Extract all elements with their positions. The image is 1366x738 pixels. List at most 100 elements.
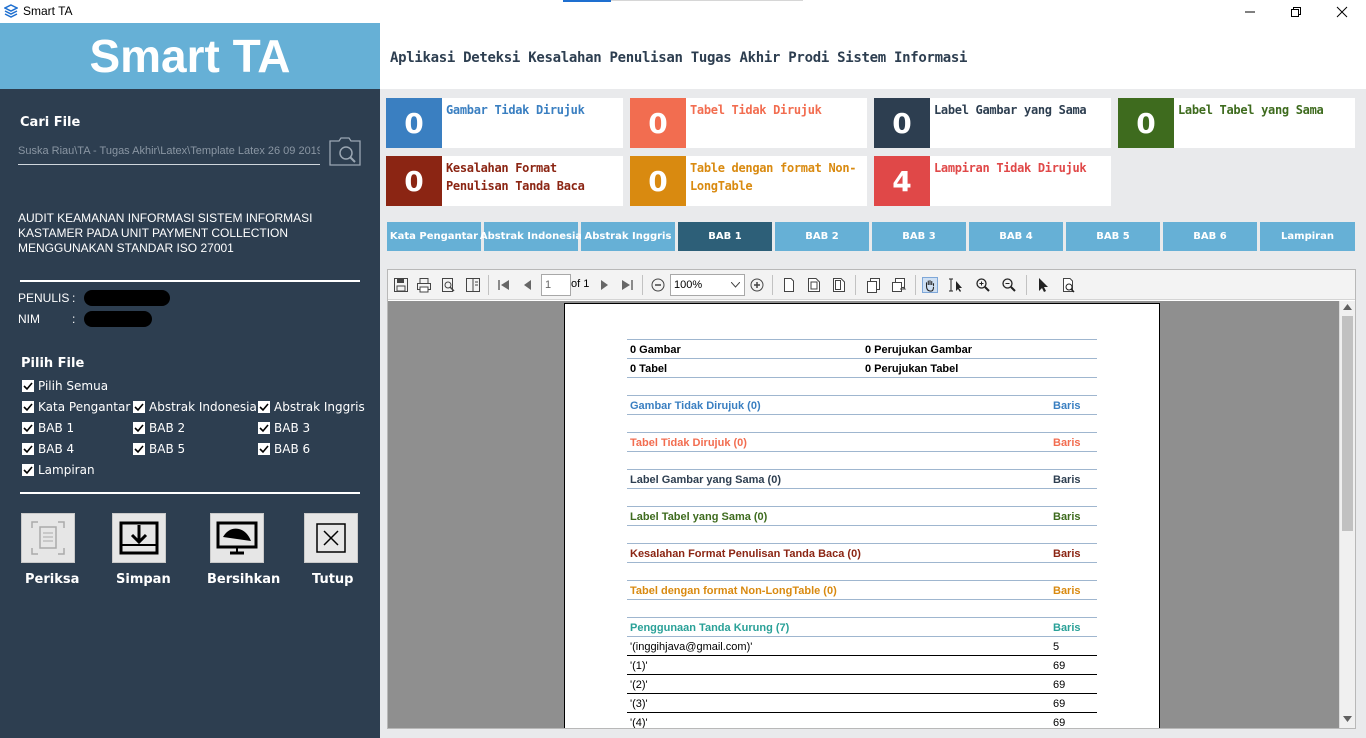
multi-page-icon[interactable] bbox=[866, 277, 882, 293]
browse-file-icon[interactable] bbox=[329, 136, 361, 166]
tutup-label: Tutup bbox=[312, 572, 354, 587]
zoom-out-circle-icon[interactable] bbox=[650, 277, 666, 293]
rule bbox=[627, 580, 1097, 581]
print-icon[interactable] bbox=[416, 277, 432, 293]
tab-bab-6[interactable]: BAB 6 bbox=[1163, 222, 1257, 251]
close-box-icon bbox=[316, 523, 346, 553]
checkbox-bab-3[interactable]: BAB 3 bbox=[258, 421, 310, 435]
scroll-down-icon[interactable] bbox=[1343, 716, 1352, 722]
section-title: Penggunaan Tanda Kurung (7) bbox=[630, 622, 790, 634]
next-page-icon[interactable] bbox=[596, 277, 612, 293]
zoom-in-circle-icon[interactable] bbox=[749, 277, 765, 293]
rule bbox=[627, 617, 1097, 618]
text-select-icon[interactable] bbox=[948, 277, 964, 293]
checkbox-bab-1[interactable]: BAB 1 bbox=[22, 421, 74, 435]
section-baris: Baris bbox=[1053, 400, 1081, 412]
print-preview-icon[interactable] bbox=[440, 277, 456, 293]
zoom-select[interactable]: 100% bbox=[670, 274, 745, 296]
rule bbox=[627, 432, 1097, 433]
rule bbox=[627, 377, 1097, 378]
check-icon bbox=[133, 443, 145, 455]
kurung-text: '(1)' bbox=[630, 660, 648, 672]
export-icon[interactable] bbox=[891, 277, 907, 293]
rule bbox=[627, 655, 1097, 656]
periksa-button[interactable] bbox=[21, 513, 75, 563]
close-button[interactable] bbox=[1319, 0, 1365, 23]
report-viewer: 1 of 1 100% 0 Gambar 0 Perujukan Gambar … bbox=[387, 269, 1356, 729]
check-icon bbox=[258, 443, 270, 455]
pointer-icon[interactable] bbox=[1035, 277, 1051, 293]
tab-bab-5[interactable]: BAB 5 bbox=[1066, 222, 1160, 251]
single-page-icon[interactable] bbox=[781, 277, 797, 293]
viewer-toolbar: 1 of 1 100% bbox=[388, 270, 1355, 300]
penulis-colon: : bbox=[72, 291, 76, 305]
tab-bab-2[interactable]: BAB 2 bbox=[775, 222, 869, 251]
restore-button[interactable] bbox=[1273, 0, 1319, 23]
tab-abstrak-inggris[interactable]: Abstrak Inggris bbox=[581, 222, 675, 251]
scroll-thumb[interactable] bbox=[1342, 316, 1353, 531]
checkbox-pilih-semua[interactable]: Pilih Semua bbox=[22, 379, 108, 393]
nim-colon: : bbox=[72, 312, 76, 326]
checkbox-abstrak-indonesia[interactable]: Abstrak Indonesia bbox=[133, 400, 257, 414]
penulis-redacted bbox=[84, 290, 170, 306]
checkbox-bab-2[interactable]: BAB 2 bbox=[133, 421, 185, 435]
checkbox-bab-4[interactable]: BAB 4 bbox=[22, 442, 74, 456]
page-setup-icon[interactable] bbox=[465, 277, 481, 293]
checkbox-label: BAB 3 bbox=[274, 421, 311, 435]
checkbox-label: Lampiran bbox=[38, 463, 95, 477]
tutup-button[interactable] bbox=[304, 513, 358, 563]
tab-kata-pengantar[interactable]: Kata Pengantar bbox=[387, 222, 481, 251]
kurung-line: 69 bbox=[1053, 717, 1066, 728]
check-icon bbox=[133, 422, 145, 434]
tab-bab-4[interactable]: BAB 4 bbox=[969, 222, 1063, 251]
logo-text: Smart TA bbox=[89, 30, 291, 82]
card-label-gambar-sama: 0 Label Gambar yang Sama bbox=[874, 98, 1111, 148]
rule bbox=[627, 712, 1097, 713]
divider bbox=[20, 492, 360, 494]
find-icon[interactable] bbox=[1060, 277, 1076, 293]
save-download-icon bbox=[119, 521, 159, 555]
page-number-input[interactable]: 1 bbox=[541, 274, 571, 296]
file-path-input[interactable]: Suska Riau\TA - Tugas Akhir\Latex\Templa… bbox=[18, 145, 320, 165]
rule bbox=[627, 562, 1097, 563]
rule bbox=[627, 506, 1097, 507]
card-value: 0 bbox=[874, 98, 930, 148]
hand-tool-icon[interactable] bbox=[922, 277, 938, 293]
page-width-icon[interactable] bbox=[806, 277, 822, 293]
checkbox-kata-pengantar[interactable]: Kata Pengantar bbox=[22, 400, 130, 414]
kurung-text: '(inggihjava@gmail.com)' bbox=[630, 641, 753, 653]
summary-left: 0 Gambar bbox=[630, 344, 681, 356]
zoom-out-icon[interactable] bbox=[1001, 277, 1017, 293]
minimize-icon bbox=[1245, 11, 1255, 12]
tab-bab-1[interactable]: BAB 1 bbox=[678, 222, 772, 251]
rule bbox=[627, 693, 1097, 694]
check-icon bbox=[22, 443, 34, 455]
whole-page-icon[interactable] bbox=[831, 277, 847, 293]
scroll-up-icon[interactable] bbox=[1343, 304, 1352, 310]
first-page-icon[interactable] bbox=[496, 277, 512, 293]
checkbox-bab-6[interactable]: BAB 6 bbox=[258, 442, 310, 456]
save-icon[interactable] bbox=[393, 277, 409, 293]
check-icon bbox=[22, 464, 34, 476]
prev-page-icon[interactable] bbox=[520, 277, 536, 293]
checkbox-lampiran[interactable]: Lampiran bbox=[22, 463, 95, 477]
checkbox-abstrak-inggris[interactable]: Abstrak Inggris bbox=[258, 400, 365, 414]
tab-bab-3[interactable]: BAB 3 bbox=[872, 222, 966, 251]
section-baris: Baris bbox=[1053, 585, 1081, 597]
checkbox-label: BAB 5 bbox=[149, 442, 186, 456]
minimize-button[interactable] bbox=[1227, 0, 1273, 23]
checkbox-label: BAB 2 bbox=[149, 421, 186, 435]
checkbox-label: BAB 1 bbox=[38, 421, 75, 435]
last-page-icon[interactable] bbox=[619, 277, 635, 293]
checkbox-label: BAB 6 bbox=[274, 442, 311, 456]
tab-lampiran[interactable]: Lampiran bbox=[1260, 222, 1355, 251]
checkbox-bab-5[interactable]: BAB 5 bbox=[133, 442, 185, 456]
section-baris: Baris bbox=[1053, 511, 1081, 523]
tab-abstrak-indonesia[interactable]: Abstrak Indonesia bbox=[480, 222, 582, 251]
zoom-in-icon[interactable] bbox=[975, 277, 991, 293]
vertical-scrollbar[interactable] bbox=[1339, 301, 1355, 728]
bersihkan-button[interactable] bbox=[210, 513, 264, 563]
simpan-button[interactable] bbox=[112, 513, 166, 563]
report-canvas[interactable]: 0 Gambar 0 Perujukan Gambar 0 Tabel 0 Peru… bbox=[388, 301, 1339, 728]
card-label: Label Tabel yang Sama bbox=[1178, 103, 1324, 117]
